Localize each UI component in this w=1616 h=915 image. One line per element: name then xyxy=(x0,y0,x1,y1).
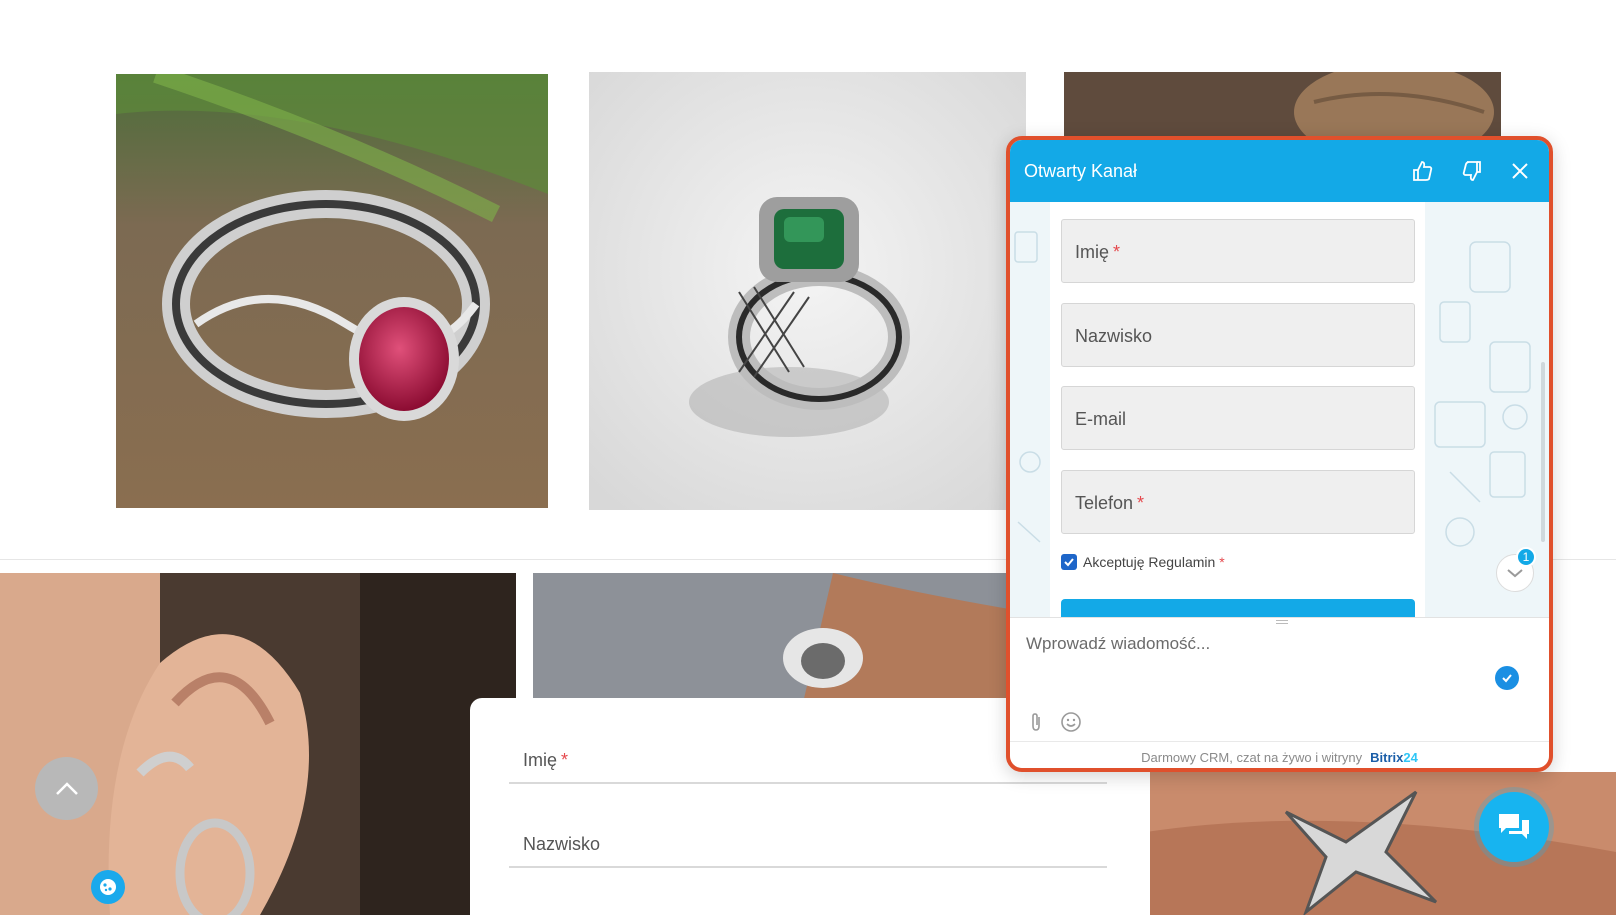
chat-last-name-label: Nazwisko xyxy=(1075,326,1153,346)
page: Imię * Nazwisko Otwarty Kanał Imię * Naz… xyxy=(0,0,1616,915)
chat-header: Otwarty Kanał xyxy=(1010,140,1549,202)
page-last-name-field[interactable]: Nazwisko xyxy=(509,812,1107,868)
checkmark-icon xyxy=(1064,558,1074,567)
open-channel-chat-widget: Otwarty Kanał Imię * Nazwisko E-mail Tel… xyxy=(1006,136,1553,772)
chat-input-area xyxy=(1010,617,1549,741)
send-button[interactable] xyxy=(1495,666,1519,690)
resize-handle[interactable] xyxy=(1276,620,1288,624)
chat-messages-area[interactable]: Imię * Nazwisko E-mail Telefon * Akceptuję… xyxy=(1010,202,1549,617)
terms-label: Akceptuję Regulamin * xyxy=(1083,554,1225,570)
star-ring-photo[interactable] xyxy=(1146,772,1616,915)
message-input[interactable] xyxy=(1026,630,1466,658)
close-chat-button[interactable] xyxy=(1505,156,1535,186)
brand-part-a: Bitrix xyxy=(1370,749,1404,765)
emerald-ring-photo[interactable] xyxy=(589,72,1026,510)
star-ring-image xyxy=(1146,772,1616,915)
ruby-ring-image xyxy=(116,74,548,508)
chat-phone-label: Telefon * xyxy=(1075,493,1145,513)
emerald-ring-image xyxy=(589,72,1026,510)
required-mark: * xyxy=(1219,554,1225,570)
smile-icon[interactable] xyxy=(1060,711,1082,733)
chat-footer: Darmowy CRM, czat na żywo i witryny Bitr… xyxy=(1010,741,1549,768)
page-last-name-label: Nazwisko xyxy=(523,834,601,854)
brand-part-b: 24 xyxy=(1403,749,1418,765)
footer-text: Darmowy CRM, czat na żywo i witryny xyxy=(1141,749,1363,765)
dislike-button[interactable] xyxy=(1456,156,1486,186)
cookie-settings-button[interactable] xyxy=(91,870,125,904)
chat-last-name-field[interactable]: Nazwisko xyxy=(1061,303,1415,367)
chat-title: Otwarty Kanał xyxy=(1024,160,1138,181)
chevron-down-icon xyxy=(1507,569,1523,578)
chat-form-submit-button[interactable] xyxy=(1061,599,1415,617)
chat-crm-form: Imię * Nazwisko E-mail Telefon * Akceptuję… xyxy=(1050,202,1425,617)
ear-cuff-photo[interactable] xyxy=(0,573,516,915)
thumbs-up-icon xyxy=(1413,161,1433,181)
terms-checkbox-row[interactable]: Akceptuję Regulamin * xyxy=(1061,554,1225,570)
like-button[interactable] xyxy=(1407,156,1437,186)
ruby-ring-photo[interactable] xyxy=(116,74,548,508)
chat-email-field[interactable]: E-mail xyxy=(1061,386,1415,450)
chat-bubbles-icon xyxy=(1499,814,1529,839)
chat-first-name-field[interactable]: Imię * xyxy=(1061,219,1415,283)
check-icon xyxy=(1502,674,1512,683)
required-mark: * xyxy=(561,750,569,770)
silver-ring-image xyxy=(533,573,1033,703)
chevron-up-icon xyxy=(55,781,78,795)
bitrix24-logo[interactable]: Bitrix24 xyxy=(1370,750,1418,765)
chat-scrollbar[interactable] xyxy=(1541,362,1545,542)
thumbs-down-icon xyxy=(1462,161,1481,181)
unread-count-badge: 1 xyxy=(1516,547,1536,567)
ear-cuff-image xyxy=(0,573,516,915)
close-icon xyxy=(1512,163,1528,179)
cookie-icon xyxy=(100,879,116,895)
chat-first-name-label: Imię * xyxy=(1075,242,1121,262)
required-mark: * xyxy=(1137,493,1145,513)
chat-phone-field[interactable]: Telefon * xyxy=(1061,470,1415,534)
scroll-to-top-button[interactable] xyxy=(35,757,98,820)
chat-launcher-button[interactable] xyxy=(1479,792,1549,862)
paperclip-icon[interactable] xyxy=(1025,711,1047,733)
terms-checkbox[interactable] xyxy=(1061,554,1077,570)
silver-ring-photo[interactable] xyxy=(533,573,1033,703)
chat-email-label: E-mail xyxy=(1075,409,1127,429)
required-mark: * xyxy=(1113,242,1121,262)
page-first-name-label: Imię * xyxy=(523,750,569,770)
